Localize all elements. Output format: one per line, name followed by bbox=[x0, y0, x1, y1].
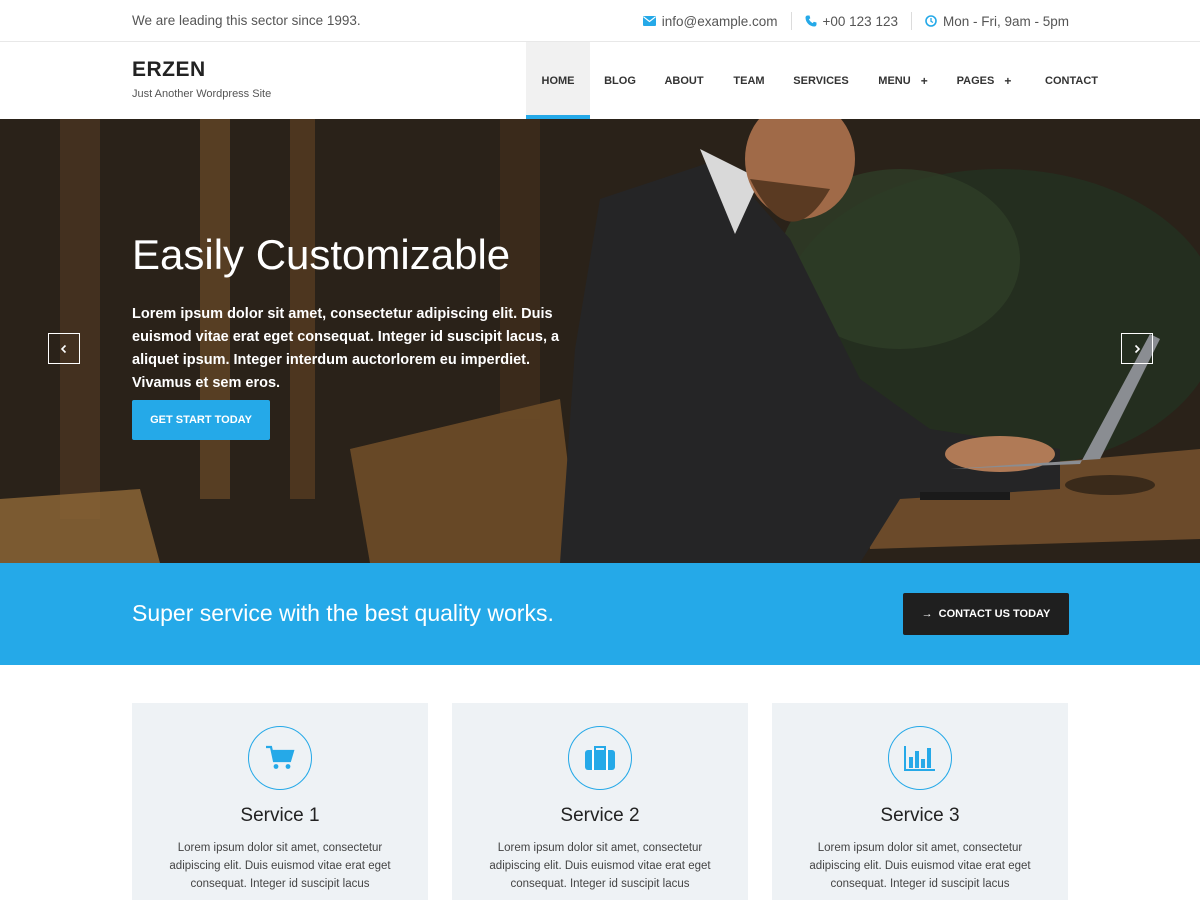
site-logo[interactable]: ERZEN bbox=[132, 58, 206, 82]
contact-info: info@example.com +00 123 123 Mon - Fri, … bbox=[642, 0, 1069, 42]
nav-item-label: CONTACT bbox=[1045, 74, 1098, 87]
main-nav: HOME BLOG ABOUT TEAM SERVICES MENU + PAGE… bbox=[526, 42, 1098, 119]
contact-us-button[interactable]: → CONTACT US TODAY bbox=[903, 593, 1069, 635]
envelope-icon bbox=[642, 16, 656, 26]
email-contact[interactable]: info@example.com bbox=[642, 14, 778, 29]
service-title: Service 3 bbox=[880, 805, 960, 826]
cart-icon bbox=[248, 726, 312, 790]
cta-band: Super service with the best quality work… bbox=[0, 563, 1200, 665]
briefcase-icon bbox=[568, 726, 632, 790]
plus-icon[interactable]: + bbox=[921, 74, 928, 88]
service-description: Lorem ipsum dolor sit amet, consectetur … bbox=[169, 842, 391, 890]
plus-icon[interactable]: + bbox=[1004, 74, 1011, 88]
slider-prev-button[interactable] bbox=[48, 333, 80, 364]
nav-item-services[interactable]: SERVICES bbox=[780, 42, 862, 119]
nav-item-label: HOME bbox=[541, 74, 575, 87]
top-bar: We are leading this sector since 1993. i… bbox=[0, 0, 1200, 42]
arrow-right-icon: → bbox=[921, 608, 933, 620]
nav-item-contact[interactable]: CONTACT bbox=[1024, 42, 1098, 119]
nav-item-label: BLOG bbox=[604, 74, 636, 87]
bar-chart-icon bbox=[888, 726, 952, 790]
nav-item-label: ABOUT bbox=[664, 74, 704, 87]
chevron-left-icon bbox=[60, 344, 67, 353]
phone-icon bbox=[805, 15, 817, 27]
hero-title: Easily Customizable bbox=[132, 231, 511, 278]
clock-icon bbox=[925, 15, 937, 27]
cta-text: Super service with the best quality work… bbox=[132, 600, 554, 626]
service-description: Lorem ipsum dolor sit amet, consectetur … bbox=[489, 842, 711, 890]
site-subtitle: Just Another Wordpress Site bbox=[132, 88, 272, 100]
phone-text[interactable]: +00 123 123 bbox=[823, 14, 898, 29]
hero-text: Lorem ipsum dolor sit amet, consectetur … bbox=[132, 306, 560, 391]
get-start-button[interactable]: GET START TODAY bbox=[132, 400, 270, 440]
chevron-right-icon bbox=[1134, 344, 1141, 353]
nav-item-label: SERVICES bbox=[793, 74, 849, 87]
nav-item-pages[interactable]: PAGES + bbox=[944, 42, 1024, 119]
phone-contact[interactable]: +00 123 123 bbox=[805, 14, 898, 29]
contact-us-label: CONTACT US TODAY bbox=[938, 608, 1051, 620]
nav-item-blog[interactable]: BLOG bbox=[590, 42, 650, 119]
slider-next-button[interactable] bbox=[1121, 333, 1153, 364]
divider bbox=[910, 12, 912, 30]
service-title: Service 2 bbox=[560, 805, 640, 826]
email-text[interactable]: info@example.com bbox=[662, 14, 778, 29]
nav-item-about[interactable]: ABOUT bbox=[650, 42, 718, 119]
service-card[interactable]: Service 2 Lorem ipsum dolor sit amet, co… bbox=[452, 703, 748, 900]
site-header: ERZEN Just Another Wordpress Site HOME B… bbox=[0, 42, 1200, 119]
service-description: Lorem ipsum dolor sit amet, consectetur … bbox=[809, 842, 1031, 890]
divider bbox=[790, 12, 792, 30]
tagline: We are leading this sector since 1993. bbox=[132, 13, 361, 28]
nav-item-label: PAGES bbox=[956, 74, 995, 87]
nav-item-home[interactable]: HOME bbox=[526, 42, 590, 119]
hours-info: Mon - Fri, 9am - 5pm bbox=[925, 14, 1069, 29]
service-card[interactable]: Service 1 Lorem ipsum dolor sit amet, co… bbox=[132, 703, 428, 900]
service-card[interactable]: Service 3 Lorem ipsum dolor sit amet, co… bbox=[772, 703, 1068, 900]
nav-item-team[interactable]: TEAM bbox=[718, 42, 780, 119]
services-section: Service 1 Lorem ipsum dolor sit amet, co… bbox=[132, 703, 1069, 900]
hours-text: Mon - Fri, 9am - 5pm bbox=[942, 13, 1069, 29]
hero-slider: Easily Customizable Lorem ipsum dolor si… bbox=[0, 119, 1200, 563]
nav-item-label: TEAM bbox=[733, 74, 765, 87]
nav-item-label: MENU bbox=[878, 74, 911, 87]
service-title: Service 1 bbox=[240, 805, 320, 826]
nav-item-menu[interactable]: MENU + bbox=[862, 42, 944, 119]
